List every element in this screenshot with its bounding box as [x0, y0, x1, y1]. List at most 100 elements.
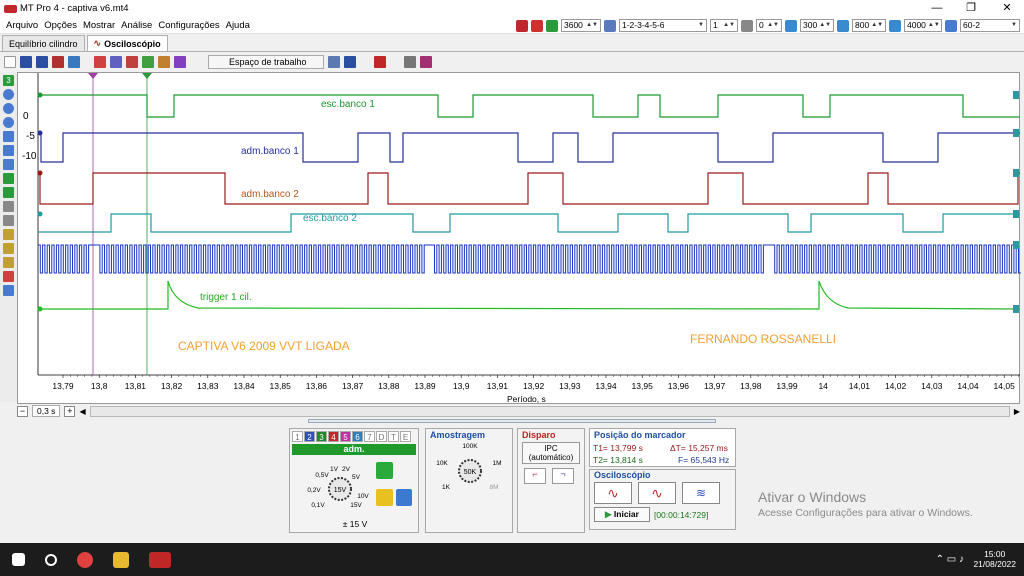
channel-number-2[interactable]: 2 — [304, 431, 315, 442]
x-tick-label: 13,92 — [523, 381, 545, 391]
x-tick-label: 14,02 — [885, 381, 907, 391]
menu-analise[interactable]: Análise — [121, 20, 152, 31]
taskbar: ⌃ ▭ ♪ 15:00 21/08/2022 — [0, 543, 1024, 576]
menu-opcoes[interactable]: Opções — [44, 20, 77, 31]
channel-number-4[interactable]: 4 — [328, 431, 339, 442]
panel-splitter[interactable] — [308, 419, 716, 423]
search-icon[interactable] — [45, 553, 57, 566]
waveform-canvas[interactable]: 13,79 13,8 13,81 13,82 13,83 13,84 13,85 13,86 1… — [18, 73, 1021, 405]
channel-number-E[interactable]: E — [400, 431, 411, 442]
minus-button[interactable]: − — [17, 405, 28, 417]
channels-icon[interactable] — [158, 55, 170, 68]
maximize-button[interactable]: ❐ — [954, 0, 988, 17]
plus-button[interactable]: + — [64, 405, 76, 417]
text-icon[interactable] — [3, 257, 14, 268]
text-icon[interactable] — [3, 243, 14, 254]
marker-dt: ΔT= 15,257 ms — [670, 443, 728, 453]
save-icon[interactable] — [343, 55, 356, 68]
menu-configuracoes[interactable]: Configurações — [158, 20, 219, 31]
multi-wave-button[interactable]: ≋ — [682, 482, 720, 504]
lock-icon[interactable] — [531, 19, 543, 32]
horizontal-scrollbar[interactable] — [89, 405, 1010, 417]
channels-icon[interactable] — [110, 55, 122, 68]
knob-label: 1K — [442, 484, 451, 491]
tree-icon[interactable] — [403, 55, 416, 68]
trigger-mode-button[interactable]: IPC (automático) — [522, 442, 580, 464]
save-icon[interactable] — [20, 55, 32, 68]
chrome-icon[interactable] — [77, 551, 93, 568]
channel-number-1[interactable]: 1 — [292, 431, 303, 442]
undo-icon[interactable] — [327, 55, 340, 68]
tray-icons[interactable]: ⌃ ▭ ♪ — [936, 554, 964, 565]
text-icon[interactable] — [3, 229, 14, 240]
dual-wave-button[interactable]: ∿ — [638, 482, 676, 504]
channels-icon[interactable] — [126, 55, 138, 68]
channel-number-T[interactable]: T — [388, 431, 399, 442]
zoom-fit-icon[interactable] — [3, 117, 14, 128]
menu-mostrar[interactable]: Mostrar — [83, 20, 115, 31]
sampling-knob[interactable]: 50K 100K 10K 1M 1K 8M — [430, 441, 510, 496]
windows-start-icon[interactable] — [12, 553, 25, 566]
scope-icon[interactable] — [3, 271, 14, 282]
move-up-icon[interactable] — [3, 131, 14, 142]
knob-label: 0,5V — [315, 472, 329, 479]
car-icon[interactable] — [373, 55, 386, 68]
x-tick-label: 13,87 — [342, 381, 364, 391]
channel-number-5[interactable]: 5 — [340, 431, 351, 442]
save-as-icon[interactable] — [36, 55, 48, 68]
engine-icon[interactable] — [546, 19, 558, 32]
measure-icon[interactable] — [3, 215, 14, 226]
tab-equilibrio[interactable]: Equilíbrio cilindro — [2, 35, 85, 51]
oscilloscope-plot[interactable]: 13,79 13,8 13,81 13,82 13,83 13,84 13,85 13,86 1… — [17, 72, 1021, 405]
channels-icon[interactable] — [174, 55, 186, 68]
sequence-select[interactable]: 1-2-3-4-5-6 ▼ — [619, 19, 707, 32]
val2-spinner[interactable]: 300 ▲▼ — [800, 19, 834, 32]
clock[interactable]: 15:00 21/08/2022 — [973, 549, 1016, 569]
menu-ajuda[interactable]: Ajuda — [226, 20, 250, 31]
val3-spinner[interactable]: 800 ▲▼ — [852, 19, 886, 32]
calculator-icon[interactable] — [396, 489, 412, 506]
print-icon[interactable] — [68, 55, 80, 68]
scroll-left-icon[interactable]: ◀ — [79, 407, 85, 416]
zoom-out-icon[interactable] — [3, 89, 14, 100]
tab-osciloscopio[interactable]: ∿ Osciloscópio — [86, 35, 168, 51]
val4-spinner[interactable]: 4000 ▲▼ — [904, 19, 942, 32]
channel-number-6[interactable]: 6 — [352, 431, 363, 442]
play-icon[interactable] — [376, 489, 393, 506]
rising-edge-button[interactable]: ⌐ — [524, 468, 546, 484]
wave-icon[interactable] — [3, 285, 14, 296]
cursor-icon[interactable] — [3, 201, 14, 212]
close-button[interactable]: ✕ — [990, 0, 1024, 17]
channels-icon[interactable] — [142, 55, 154, 68]
up-arrow-icon[interactable] — [3, 173, 14, 184]
channel-3-icon[interactable]: 3 — [3, 75, 14, 86]
val1-spinner[interactable]: 0 ▲▼ — [756, 19, 782, 32]
zoom-in-icon[interactable] — [3, 103, 14, 114]
channel-number-7[interactable]: 7 — [364, 431, 375, 442]
channel-number-3[interactable]: 3 — [316, 431, 327, 442]
down-arrow-icon[interactable] — [3, 187, 14, 198]
channels-icon[interactable] — [94, 55, 106, 68]
minimize-button[interactable]: — — [920, 0, 954, 17]
scroll-right-icon[interactable]: ▶ — [1014, 407, 1020, 416]
expand-icon[interactable] — [3, 159, 14, 170]
car-icon[interactable] — [516, 19, 528, 32]
channel-number-D[interactable]: D — [376, 431, 387, 442]
menu-arquivo[interactable]: Arquivo — [6, 20, 38, 31]
mtpro-taskbar-icon[interactable] — [149, 551, 171, 568]
single-wave-button[interactable]: ∿ — [594, 482, 632, 504]
workspace-button[interactable]: Espaço de trabalho — [208, 54, 324, 69]
start-button[interactable]: ▶ Iniciar — [594, 507, 650, 522]
time-spinner[interactable]: 3600 ▲▼ — [561, 19, 601, 32]
file-explorer-icon[interactable] — [113, 551, 129, 568]
power-button[interactable] — [376, 462, 393, 479]
timebase-value[interactable]: 0,3 s — [32, 405, 61, 417]
falling-edge-button[interactable]: ¬ — [552, 468, 574, 484]
move-down-icon[interactable] — [3, 145, 14, 156]
new-icon[interactable] — [4, 55, 16, 68]
export-icon[interactable] — [52, 55, 64, 68]
preset-select[interactable]: 60-2 ▼ — [960, 19, 1020, 32]
grid-icon[interactable] — [419, 55, 432, 68]
cyl-spinner[interactable]: 1 ▲▼ — [710, 19, 738, 32]
voltage-knob[interactable]: 15V 1V 2V 0,5V 5V 0,2V 10V 0,1V 15V — [300, 459, 380, 517]
